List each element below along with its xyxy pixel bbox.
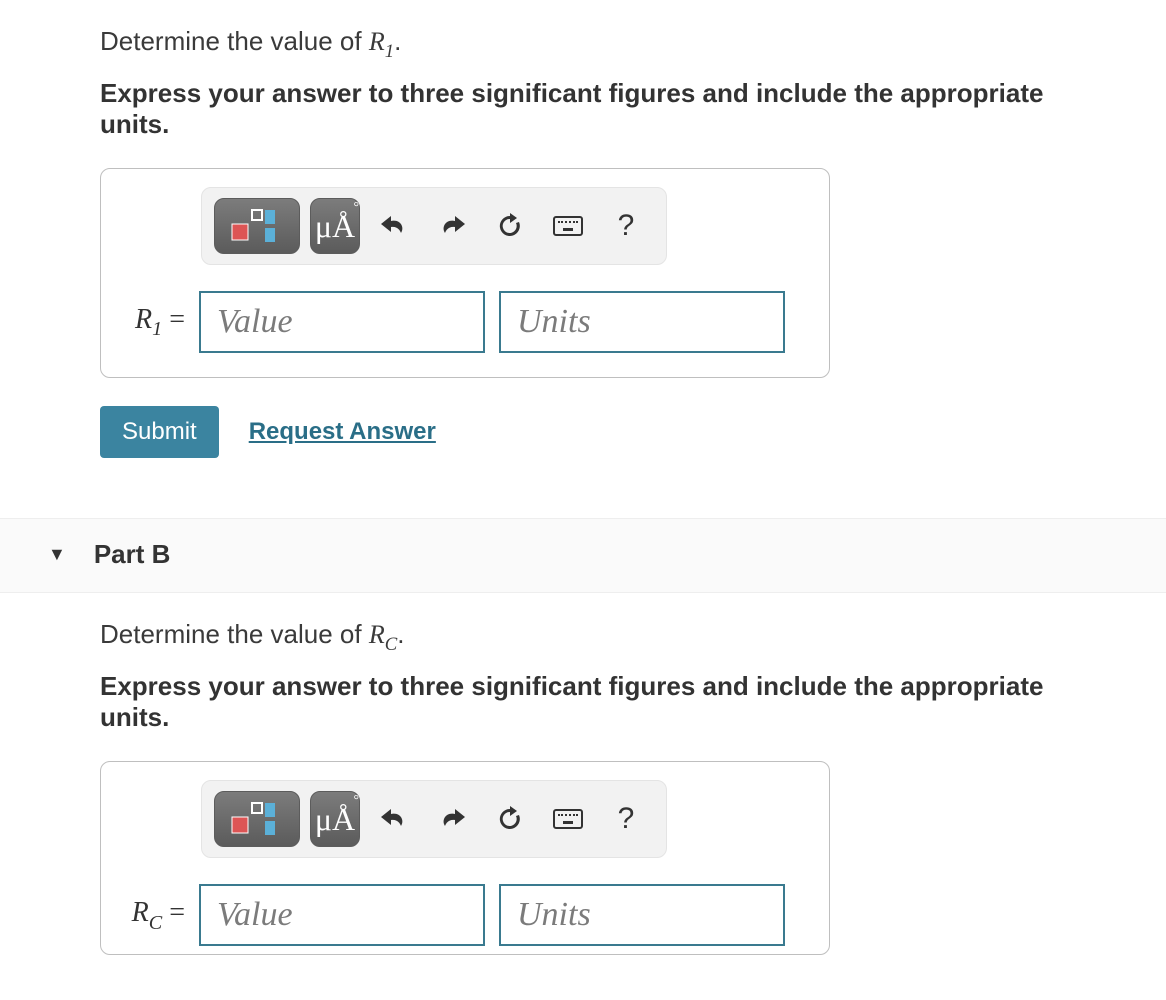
answer-label: R1 =	[123, 304, 185, 341]
part-a-block: Determine the value of R1. Express your …	[0, 0, 1166, 468]
redo-button[interactable]	[428, 795, 476, 843]
prompt-text: Determine the value of R1.	[100, 26, 1066, 62]
keyboard-button[interactable]	[544, 795, 592, 843]
reset-button[interactable]	[486, 202, 534, 250]
templates-button[interactable]	[214, 791, 300, 847]
prompt-var: R	[369, 27, 385, 56]
instructions-b: Express your answer to three significant…	[100, 671, 1066, 733]
templates-button[interactable]	[214, 198, 300, 254]
prompt-sub: 1	[385, 41, 394, 62]
prompt-prefix: Determine the value of	[100, 26, 369, 56]
answer-toolbar-b: μÅ ?	[201, 780, 667, 858]
value-input[interactable]: Value	[199, 291, 485, 353]
units-input[interactable]: Units	[499, 291, 785, 353]
help-button[interactable]: ?	[602, 795, 650, 843]
units-button[interactable]: μÅ	[310, 791, 360, 847]
part-b-header[interactable]: ▼ Part B	[0, 518, 1166, 593]
request-answer-link[interactable]: Request Answer	[249, 418, 436, 446]
keyboard-icon	[553, 216, 583, 236]
part-b-block: Determine the value of RC. Express your …	[0, 593, 1166, 965]
help-button[interactable]: ?	[602, 202, 650, 250]
action-row: Submit Request Answer	[100, 406, 1066, 458]
redo-button[interactable]	[428, 202, 476, 250]
collapse-caret-icon[interactable]: ▼	[48, 544, 66, 565]
reset-button[interactable]	[486, 795, 534, 843]
keyboard-icon	[553, 809, 583, 829]
prompt-suffix: .	[394, 26, 401, 56]
answer-row-b: RC = Value Units	[123, 884, 807, 946]
undo-button[interactable]	[370, 795, 418, 843]
answer-box-b: μÅ ? RC = Value	[100, 761, 830, 955]
submit-button[interactable]: Submit	[100, 406, 219, 458]
answer-box: μÅ ? R1 = Value	[100, 168, 830, 378]
undo-button[interactable]	[370, 202, 418, 250]
prompt-text-b: Determine the value of RC.	[100, 619, 1066, 655]
keyboard-button[interactable]	[544, 202, 592, 250]
part-b-title: Part B	[94, 539, 171, 570]
instructions: Express your answer to three significant…	[100, 78, 1066, 140]
units-button[interactable]: μÅ	[310, 198, 360, 254]
answer-row: R1 = Value Units	[123, 291, 807, 353]
value-input[interactable]: Value	[199, 884, 485, 946]
units-input[interactable]: Units	[499, 884, 785, 946]
answer-toolbar: μÅ ?	[201, 187, 667, 265]
answer-label-b: RC =	[123, 897, 185, 934]
